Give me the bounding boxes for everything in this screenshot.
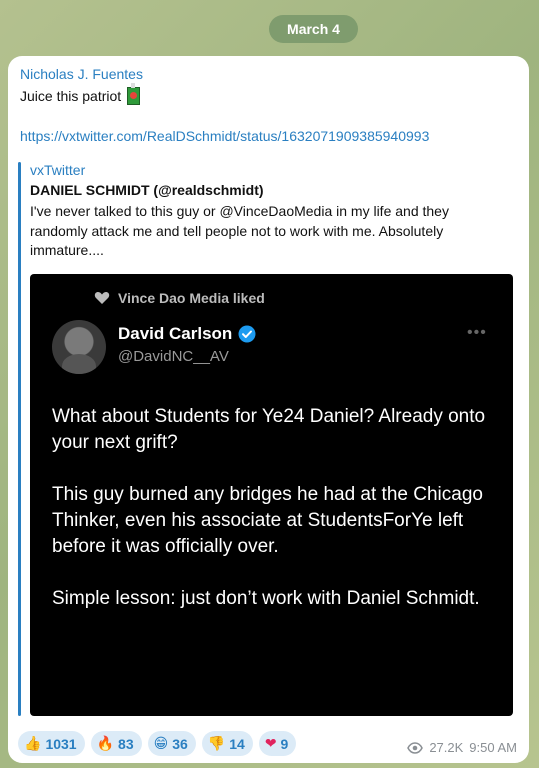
date-divider: March 4 <box>269 15 358 43</box>
thumbs-up-icon: 👍 <box>24 735 42 752</box>
reactions-bar: 👍 1031 🔥 83 😁 36 👎 14 ❤ 9 <box>18 731 297 756</box>
preview-description: I've never talked to this guy or @VinceD… <box>30 203 449 258</box>
tweet-paragraph: Simple lesson: just don’t work with Dani… <box>52 588 480 609</box>
reaction-grin[interactable]: 😁 36 <box>147 731 196 756</box>
message-text-row: Juice this patriot <box>20 83 141 105</box>
verified-badge-icon <box>238 325 256 343</box>
liked-by-text: Vince Dao Media liked <box>118 290 265 306</box>
thumbs-down-icon: 👎 <box>207 735 226 752</box>
tweet-paragraph: What about Students for Ye24 Daniel? Alr… <box>52 406 486 453</box>
message-bubble: Nicholas J. Fuentes Juice this patriot h… <box>8 56 529 763</box>
link-preview[interactable]: vxTwitter DANIEL SCHMIDT (@realdschmidt)… <box>18 162 514 718</box>
red-heart-icon: ❤ <box>264 735 277 752</box>
preview-accent-bar <box>18 162 21 716</box>
message-time: 9:50 AM <box>469 740 517 755</box>
preview-title: DANIEL SCHMIDT (@realdschmidt) <box>30 182 264 198</box>
liked-by-line: Vince Dao Media liked <box>94 290 265 306</box>
grin-icon: 😁 <box>153 735 169 752</box>
reaction-count: 36 <box>172 735 188 752</box>
heart-icon <box>94 291 110 304</box>
tweet-author-name-row: David Carlson <box>118 324 256 344</box>
tweet-paragraph: This guy burned any bridges he had at th… <box>52 484 483 557</box>
reaction-thumbs-down[interactable]: 👎 14 <box>201 731 253 756</box>
reaction-count: 1031 <box>45 735 77 752</box>
eye-icon <box>407 741 424 754</box>
more-options-icon: ••• <box>467 324 487 341</box>
sender-name[interactable]: Nicholas J. Fuentes <box>20 66 143 82</box>
avatar <box>52 320 106 374</box>
reaction-heart[interactable]: ❤ 9 <box>258 731 297 756</box>
tweet-link[interactable]: https://vxtwitter.com/RealDSchmidt/statu… <box>20 128 429 144</box>
message-text: Juice this patriot <box>20 88 122 104</box>
tweet-author-handle: @DavidNC__AV <box>118 348 229 365</box>
reaction-count: 14 <box>229 735 245 752</box>
view-count: 27.2K <box>429 740 464 755</box>
reaction-thumbs-up[interactable]: 👍 1031 <box>18 731 85 756</box>
preview-site-name: vxTwitter <box>30 162 86 178</box>
reaction-count: 9 <box>280 735 289 752</box>
tweet-author-name: David Carlson <box>118 324 233 343</box>
reaction-count: 83 <box>118 735 134 752</box>
tweet-screenshot-image[interactable]: Vince Dao Media liked David Carlson @Dav… <box>30 274 513 716</box>
juice-box-icon <box>127 83 141 105</box>
tweet-body: What about Students for Ye24 Daniel? Alr… <box>52 404 492 638</box>
message-meta: 27.2K 9:50 AM <box>407 740 517 755</box>
reaction-fire[interactable]: 🔥 83 <box>90 731 142 756</box>
fire-icon: 🔥 <box>96 735 115 752</box>
